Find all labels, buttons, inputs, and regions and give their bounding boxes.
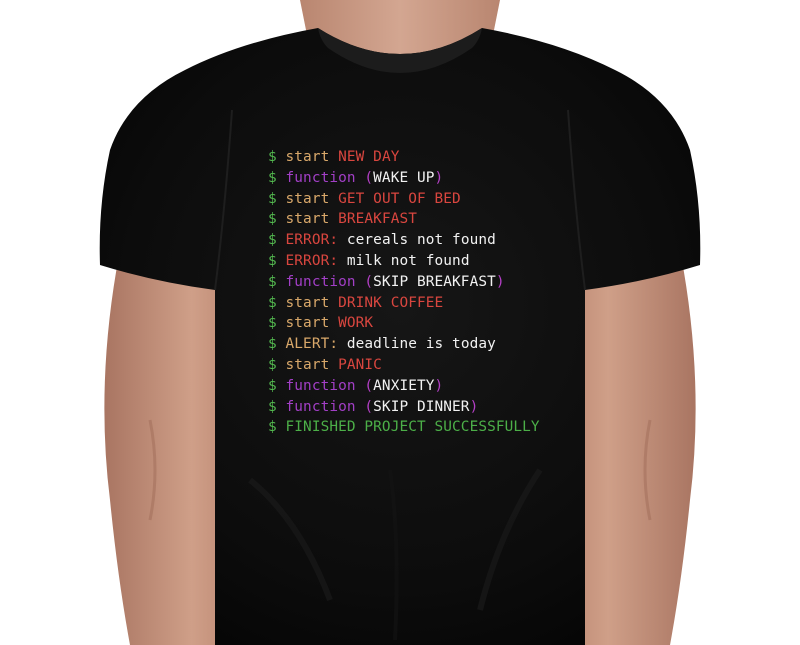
print-token: ALERT: xyxy=(285,336,347,353)
product-photo: $ start NEW DAY $ function (WAKE UP) $ sta… xyxy=(0,0,800,645)
print-token: function xyxy=(285,169,365,186)
print-token: $ xyxy=(268,377,286,394)
print-token: $ xyxy=(268,149,286,165)
print-line: $ start NEW DAY xyxy=(268,147,598,168)
print-token: WAKE UP xyxy=(373,169,435,186)
print-token: start xyxy=(285,211,339,228)
print-token: function xyxy=(285,377,365,394)
print-token: $ xyxy=(268,232,286,249)
print-line: $ start DRINK COFFEE xyxy=(268,293,598,314)
print-token: $ xyxy=(268,294,286,311)
print-token: FINISHED PROJECT SUCCESSFULLY xyxy=(285,419,540,436)
print-line: $ ERROR: cereals not found xyxy=(268,230,598,251)
print-token: SKIP DINNER xyxy=(373,398,470,415)
print-token: start xyxy=(285,190,339,207)
print-token: WORK xyxy=(338,315,374,332)
print-token: $ xyxy=(268,336,286,353)
print-token: function xyxy=(285,398,365,415)
print-token: ( xyxy=(364,169,374,186)
print-token: ) xyxy=(469,398,479,415)
print-token: BREAKFAST xyxy=(338,211,417,228)
print-token: start xyxy=(285,356,339,373)
print-line: $ ALERT: deadline is today xyxy=(268,334,598,355)
print-token: $ xyxy=(268,252,286,269)
print-line: $ function (SKIP BREAKFAST) xyxy=(268,272,598,293)
print-token: ( xyxy=(364,377,374,394)
print-token: $ xyxy=(268,398,286,415)
print-token: $ xyxy=(268,169,286,186)
print-token: ) xyxy=(434,169,444,186)
print-token: ) xyxy=(495,273,505,290)
print-token: start xyxy=(285,315,339,332)
print-token: NEW DAY xyxy=(338,149,400,165)
print-line: $ start PANIC xyxy=(268,355,598,376)
print-token: ( xyxy=(364,398,374,415)
print-line: $ FINISHED PROJECT SUCCESSFULLY xyxy=(268,417,598,438)
print-token: ANXIETY xyxy=(373,377,435,394)
print-token: milk not found xyxy=(346,252,470,269)
print-token: SKIP BREAKFAST xyxy=(373,273,496,290)
print-token: ERROR: xyxy=(285,232,347,249)
print-token: start xyxy=(285,149,339,165)
print-token: $ xyxy=(268,273,286,290)
print-line: $ start BREAKFAST xyxy=(268,209,598,230)
print-token: deadline is today xyxy=(346,336,496,353)
print-line: $ start WORK xyxy=(268,313,598,334)
print-line: $ ERROR: milk not found xyxy=(268,251,598,272)
shirt-print-code-text: $ start NEW DAY $ function (WAKE UP) $ sta… xyxy=(268,147,598,438)
print-token: ( xyxy=(364,273,374,290)
print-line: $ function (ANXIETY) xyxy=(268,376,598,397)
print-line: $ start GET OUT OF BED xyxy=(268,189,598,210)
print-token: ERROR: xyxy=(285,252,347,269)
print-token: $ xyxy=(268,211,286,228)
print-token: function xyxy=(285,273,365,290)
print-token: $ xyxy=(268,190,286,207)
print-token: $ xyxy=(268,419,286,436)
print-token: GET OUT OF BED xyxy=(338,190,461,207)
print-token: start xyxy=(285,294,339,311)
print-token: cereals not found xyxy=(346,232,496,249)
print-token: PANIC xyxy=(338,356,382,373)
print-line: $ function (WAKE UP) xyxy=(268,168,598,189)
print-token: $ xyxy=(268,356,286,373)
print-line: $ function (SKIP DINNER) xyxy=(268,397,598,418)
print-token: DRINK COFFEE xyxy=(338,294,444,311)
print-token: ) xyxy=(434,377,444,394)
print-token: $ xyxy=(268,315,286,332)
